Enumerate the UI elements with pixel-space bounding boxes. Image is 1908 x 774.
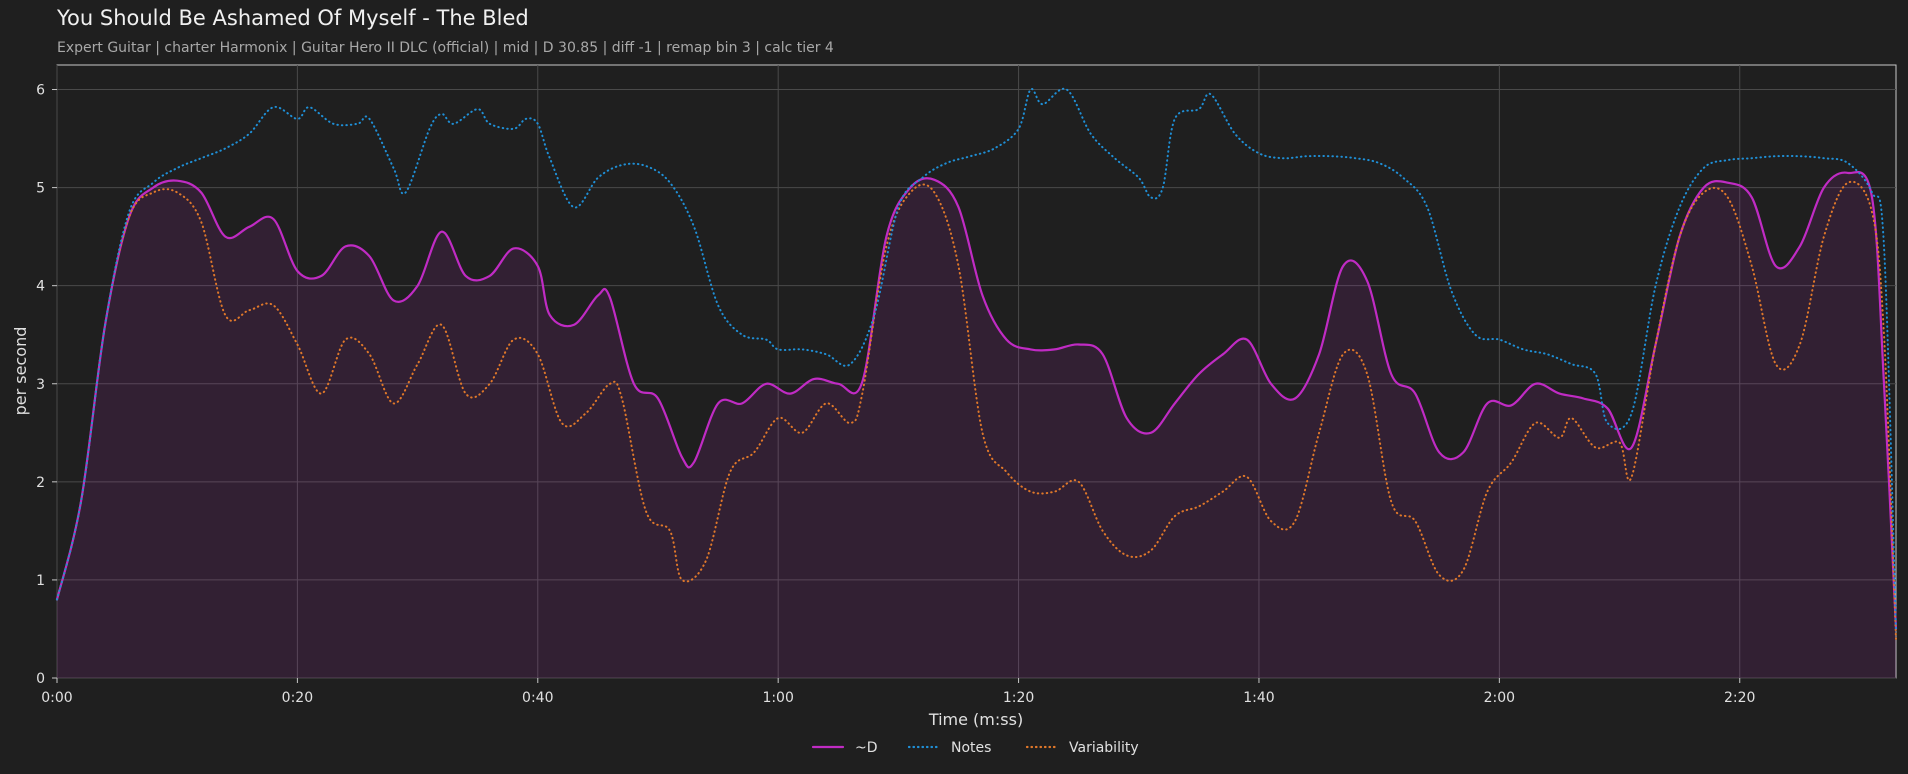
legend: ~D Notes Variability	[811, 740, 1139, 756]
chart-canvas: 0:00 0:20 0:40 1:00 1:20 1:40 2:00 2:200123456 …	[11, 64, 1898, 756]
x-axis-title: Time (m:ss)	[928, 710, 1023, 729]
y-tick-label: 3	[36, 377, 45, 393]
x-tick-label: 1:00	[762, 690, 793, 706]
x-tick-label: 0:00	[41, 690, 72, 706]
x-tick-label: 0:40	[522, 690, 553, 706]
x-tick-label: 2:20	[1724, 690, 1755, 706]
y-axis-title: per second	[11, 327, 30, 416]
legend-label: Variability	[1069, 740, 1139, 756]
x-tick-label: 1:40	[1243, 690, 1274, 706]
legend-label: Notes	[951, 740, 991, 756]
x-tick-label: 0:20	[282, 690, 313, 706]
legend-item-notes: Notes	[907, 740, 991, 756]
y-tick-label: 6	[36, 83, 45, 99]
legend-label: ~D	[855, 740, 878, 756]
y-tick-label: 4	[36, 279, 45, 295]
y-tick-label: 1	[36, 573, 45, 589]
x-tick-label: 2:00	[1484, 690, 1515, 706]
y-tick-label: 2	[36, 475, 45, 491]
y-tick-label: 5	[36, 181, 45, 197]
y-tick-label: 0	[36, 671, 45, 687]
legend-item-variability: Variability	[1025, 740, 1139, 756]
legend-item-d: ~D	[811, 740, 878, 756]
x-tick-label: 1:20	[1003, 690, 1034, 706]
